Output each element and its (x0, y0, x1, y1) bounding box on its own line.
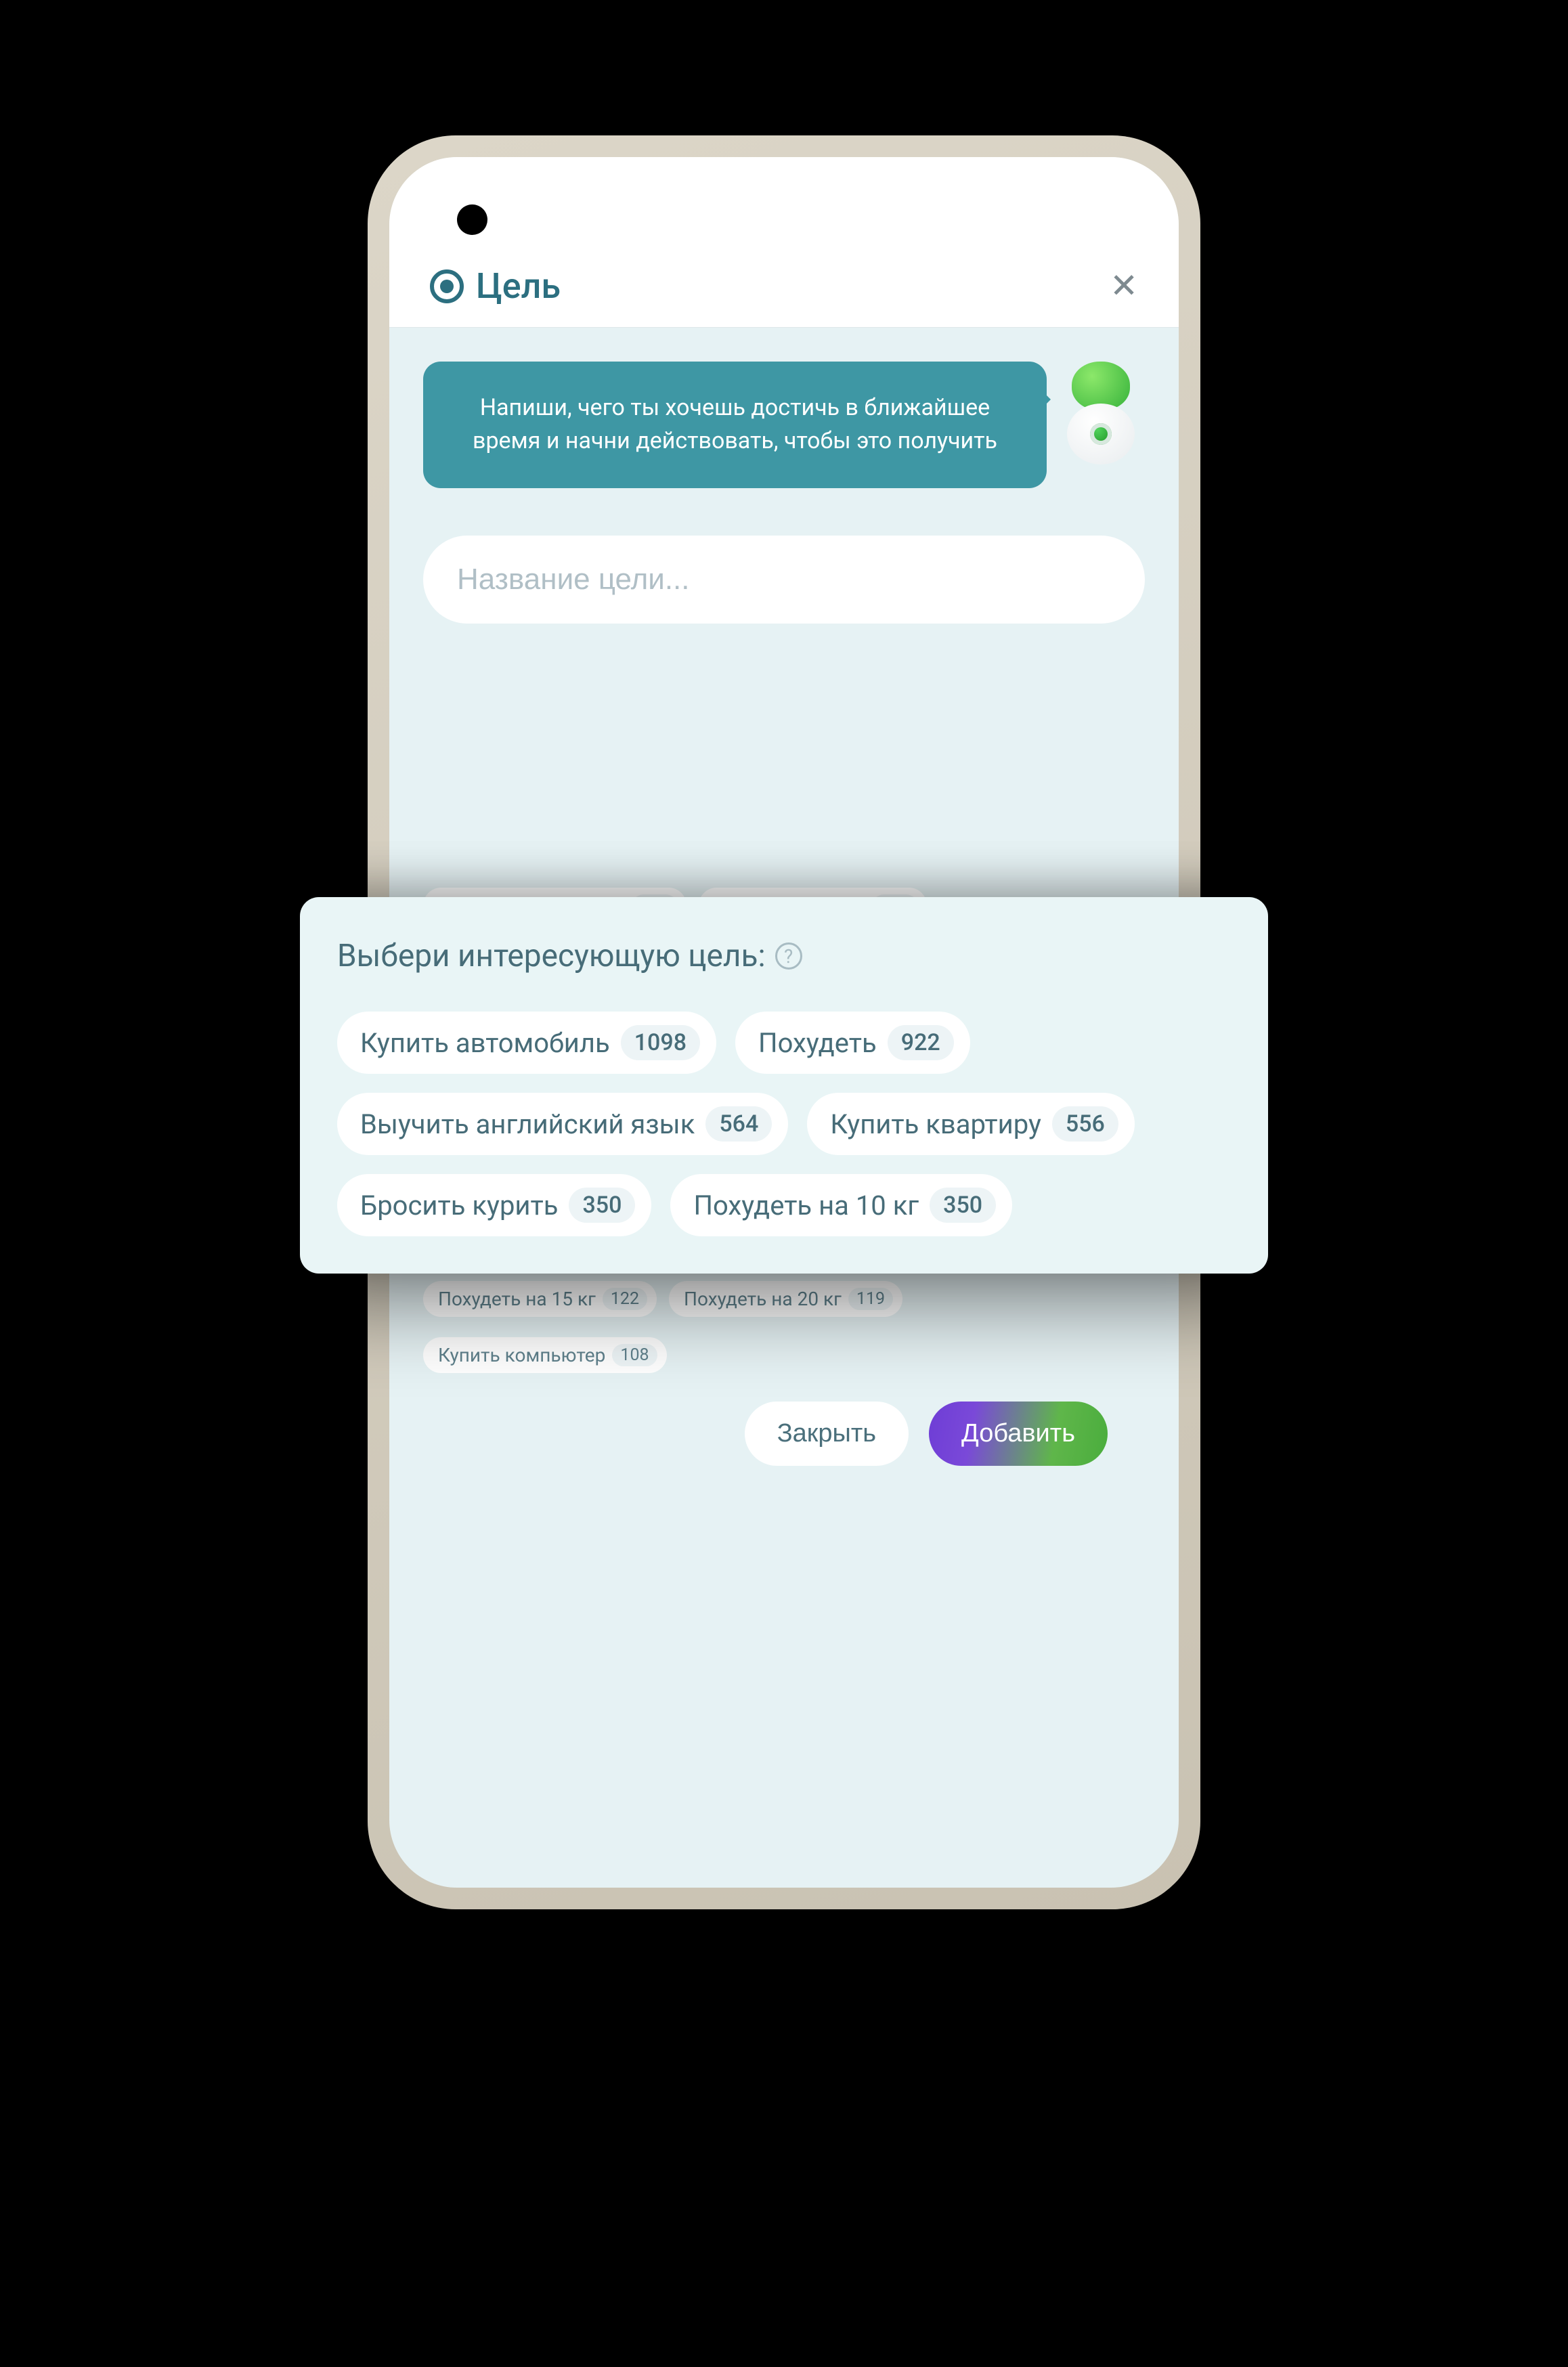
goal-chip-count: 1098 (621, 1025, 700, 1060)
goal-chip-label: Бросить курить (360, 1190, 558, 1221)
add-button[interactable]: Добавить (929, 1402, 1108, 1466)
goal-chip-count: 350 (569, 1188, 635, 1223)
camera-hole (457, 204, 487, 235)
modal-title: Цель (476, 265, 561, 307)
goal-chip-label: Купить квартиру (830, 1108, 1041, 1140)
status-bar-area (389, 157, 1179, 245)
close-button[interactable]: Закрыть (745, 1402, 909, 1466)
goal-chip-count: 564 (705, 1106, 772, 1142)
goal-chip-label: Выучить английский язык (360, 1108, 695, 1140)
goal-chip[interactable]: Купить квартиру 556 (807, 1093, 1135, 1155)
goal-chip-count: 556 (1052, 1106, 1118, 1142)
goal-chip-count: 350 (930, 1188, 996, 1223)
goal-chip-count: 922 (888, 1025, 954, 1060)
goal-chip-label: Похудеть на 15 кг (438, 1288, 596, 1310)
goal-chip-label: Купить автомобиль (360, 1027, 610, 1059)
close-icon[interactable]: ✕ (1110, 269, 1138, 303)
goal-chip[interactable]: Похудеть 922 (735, 1012, 970, 1074)
goal-chip[interactable]: Купить автомобиль 1098 (337, 1012, 716, 1074)
choose-goal-popover: Выбери интересующую цель: ? Купить автом… (300, 897, 1268, 1274)
goal-chip-label: Купить компьютер (438, 1344, 605, 1366)
help-icon[interactable]: ? (775, 942, 802, 970)
goal-chip-count: 108 (612, 1344, 657, 1366)
popover-title: Выбери интересующую цель: (337, 938, 766, 974)
goal-chip[interactable]: Похудеть на 10 кг 350 (670, 1174, 1012, 1236)
goal-chip-count: 119 (848, 1288, 893, 1310)
goal-chip-label: Похудеть (758, 1027, 877, 1059)
goal-name-input[interactable] (423, 536, 1145, 624)
popover-goal-list: Купить автомобиль 1098 Похудеть 922 Выучить … (337, 1012, 1231, 1236)
tip-text: Напиши, чего ты хочешь достичь в ближайш… (473, 394, 997, 454)
goal-chip-label: Похудеть на 10 кг (693, 1190, 919, 1221)
goal-chip[interactable]: Купить компьютер 108 (423, 1337, 667, 1373)
bot-avatar (1057, 362, 1145, 477)
goal-chip-count: 122 (603, 1288, 647, 1310)
tip-bubble: Напиши, чего ты хочешь достичь в ближайш… (423, 362, 1047, 488)
goal-chip[interactable]: Выучить английский язык 564 (337, 1093, 788, 1155)
goal-chip[interactable]: Похудеть на 15 кг 122 (423, 1281, 657, 1317)
target-icon (430, 269, 464, 303)
goal-chip[interactable]: Бросить курить 350 (337, 1174, 651, 1236)
modal-header: Цель ✕ (389, 245, 1179, 328)
goal-chip-label: Похудеть на 20 кг (684, 1288, 842, 1310)
goal-chip[interactable]: Похудеть на 20 кг 119 (669, 1281, 902, 1317)
